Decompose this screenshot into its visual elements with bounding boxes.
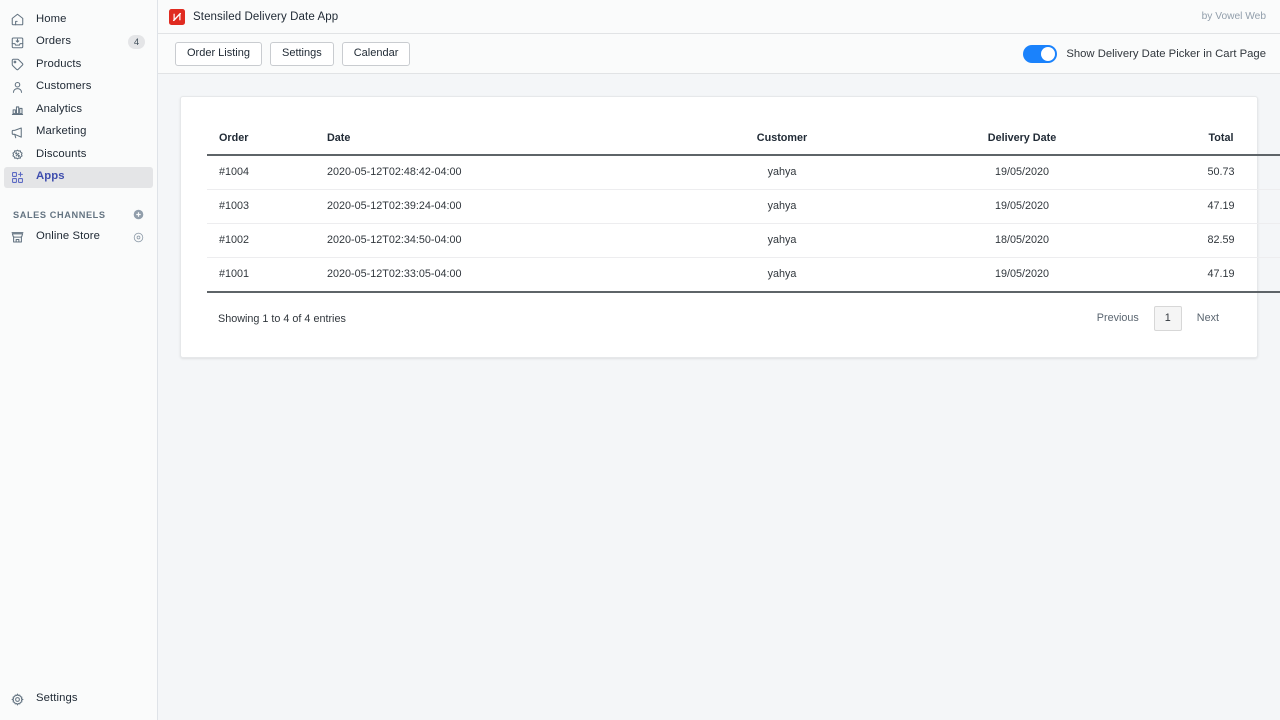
sidebar-item-discounts[interactable]: Discounts xyxy=(4,144,153,165)
app-root: Home Orders 4 Products Customers Analyti… xyxy=(0,0,1280,720)
cell-customer: yahya xyxy=(657,223,907,258)
cell-total: 47.19 xyxy=(1137,257,1280,293)
sidebar-item-orders[interactable]: Orders 4 xyxy=(4,32,153,53)
table-header-row: Order Date Customer Delivery Date Total xyxy=(207,123,1280,156)
column-header-customer[interactable]: Customer xyxy=(657,123,907,156)
cell-total: 47.19 xyxy=(1137,189,1280,224)
cell-total: 50.73 xyxy=(1137,155,1280,190)
table-row[interactable]: #1002 2020-05-12T02:34:50-04:00 yahya 18… xyxy=(207,223,1280,258)
cell-total: 82.59 xyxy=(1137,223,1280,258)
cell-delivery-date: 18/05/2020 xyxy=(907,223,1137,258)
sidebar-item-label: Customers xyxy=(36,80,92,93)
entries-info: Showing 1 to 4 of 4 entries xyxy=(218,312,346,325)
sidebar-item-customers[interactable]: Customers xyxy=(4,77,153,98)
tab-settings[interactable]: Settings xyxy=(269,41,334,66)
orders-table: Order Date Customer Delivery Date Total … xyxy=(207,123,1280,293)
cell-date: 2020-05-12T02:48:42-04:00 xyxy=(327,155,657,190)
table-row[interactable]: #1004 2020-05-12T02:48:42-04:00 yahya 19… xyxy=(207,155,1280,190)
pagination-page-1-button[interactable]: 1 xyxy=(1153,306,1182,332)
cell-order: #1004 xyxy=(207,155,327,190)
tab-group: Order Listing Settings Calendar xyxy=(175,41,411,66)
cell-order: #1001 xyxy=(207,257,327,293)
orders-card: Order Date Customer Delivery Date Total … xyxy=(180,96,1280,359)
content-area: Order Date Customer Delivery Date Total … xyxy=(158,74,1280,720)
column-header-delivery-date[interactable]: Delivery Date xyxy=(907,123,1137,156)
sidebar-item-online-store[interactable]: Online Store xyxy=(4,227,153,248)
apps-icon xyxy=(9,169,26,186)
pagination: Previous 1 Next xyxy=(1087,306,1229,332)
marketing-icon xyxy=(9,124,26,141)
cell-delivery-date: 19/05/2020 xyxy=(907,257,1137,293)
home-icon xyxy=(9,11,26,28)
sidebar-item-label: Home xyxy=(36,12,67,25)
sidebar-item-label: Orders xyxy=(36,35,72,48)
sidebar-item-settings[interactable]: Settings xyxy=(4,689,153,710)
app-logo-icon xyxy=(169,8,185,25)
sidebar-item-label: Online Store xyxy=(36,230,100,243)
orders-icon xyxy=(9,34,26,51)
sidebar-item-home[interactable]: Home xyxy=(4,9,153,30)
table-footer: Showing 1 to 4 of 4 entries Previous 1 N… xyxy=(207,293,1231,332)
main-area: Stensiled Delivery Date App by Vowel Web… xyxy=(158,0,1280,720)
sidebar-item-label: Marketing xyxy=(36,125,87,138)
orders-table-body: #1004 2020-05-12T02:48:42-04:00 yahya 19… xyxy=(207,155,1280,293)
discounts-icon xyxy=(9,146,26,163)
gear-icon xyxy=(9,691,26,708)
sidebar-item-label: Products xyxy=(36,57,82,70)
analytics-icon xyxy=(9,101,26,118)
sidebar-item-label: Apps xyxy=(36,170,65,183)
column-header-total[interactable]: Total xyxy=(1137,123,1280,156)
cell-customer: yahya xyxy=(657,257,907,293)
toggle-label: Show Delivery Date Picker in Cart Page xyxy=(1066,47,1266,60)
sales-channels-title: SALES CHANNELS xyxy=(13,209,106,220)
orders-table-head: Order Date Customer Delivery Date Total xyxy=(207,123,1280,156)
cell-date: 2020-05-12T02:33:05-04:00 xyxy=(327,257,657,293)
sidebar-item-marketing[interactable]: Marketing xyxy=(4,122,153,143)
customers-icon xyxy=(9,79,26,96)
sidebar-item-label: Analytics xyxy=(36,102,83,115)
sidebar: Home Orders 4 Products Customers Analyti… xyxy=(0,0,158,720)
toggle-knob xyxy=(1041,46,1056,61)
sidebar-footer: Settings xyxy=(0,689,157,712)
delivery-date-picker-toggle-group: Show Delivery Date Picker in Cart Page xyxy=(1023,44,1266,63)
cell-order: #1003 xyxy=(207,189,327,224)
sidebar-nav: Home Orders 4 Products Customers Analyti… xyxy=(0,0,157,248)
table-row[interactable]: #1001 2020-05-12T02:33:05-04:00 yahya 19… xyxy=(207,257,1280,293)
page-title: Stensiled Delivery Date App xyxy=(193,10,339,23)
column-header-order[interactable]: Order xyxy=(207,123,327,156)
table-row[interactable]: #1003 2020-05-12T02:39:24-04:00 yahya 19… xyxy=(207,189,1280,224)
sidebar-item-analytics[interactable]: Analytics xyxy=(4,99,153,120)
cell-customer: yahya xyxy=(657,155,907,190)
cell-order: #1002 xyxy=(207,223,327,258)
pagination-previous-button[interactable]: Previous xyxy=(1087,306,1149,331)
column-header-date[interactable]: Date xyxy=(327,123,657,156)
sidebar-item-apps[interactable]: Apps xyxy=(4,166,153,188)
orders-badge: 4 xyxy=(128,35,145,49)
tab-calendar[interactable]: Calendar xyxy=(341,41,411,66)
cell-delivery-date: 19/05/2020 xyxy=(907,189,1137,224)
app-topbar: Stensiled Delivery Date App by Vowel Web xyxy=(158,0,1280,34)
cell-date: 2020-05-12T02:34:50-04:00 xyxy=(327,223,657,258)
tab-order-listing[interactable]: Order Listing xyxy=(175,41,262,66)
sales-channels-header: SALES CHANNELS xyxy=(4,205,153,225)
sidebar-item-label: Discounts xyxy=(36,147,87,160)
toolbar: Order Listing Settings Calendar Show Del… xyxy=(158,34,1280,74)
cell-delivery-date: 19/05/2020 xyxy=(907,155,1137,190)
sidebar-item-products[interactable]: Products xyxy=(4,54,153,75)
cell-customer: yahya xyxy=(657,189,907,224)
plus-circle-icon[interactable] xyxy=(132,208,145,221)
cell-date: 2020-05-12T02:39:24-04:00 xyxy=(327,189,657,224)
storefront-icon xyxy=(9,229,26,246)
app-author: by Vowel Web xyxy=(1201,11,1266,22)
sidebar-item-label: Settings xyxy=(36,692,78,705)
show-delivery-date-picker-toggle[interactable] xyxy=(1023,44,1058,63)
products-icon xyxy=(9,56,26,73)
eye-icon[interactable] xyxy=(132,231,145,244)
pagination-next-button[interactable]: Next xyxy=(1187,306,1229,331)
